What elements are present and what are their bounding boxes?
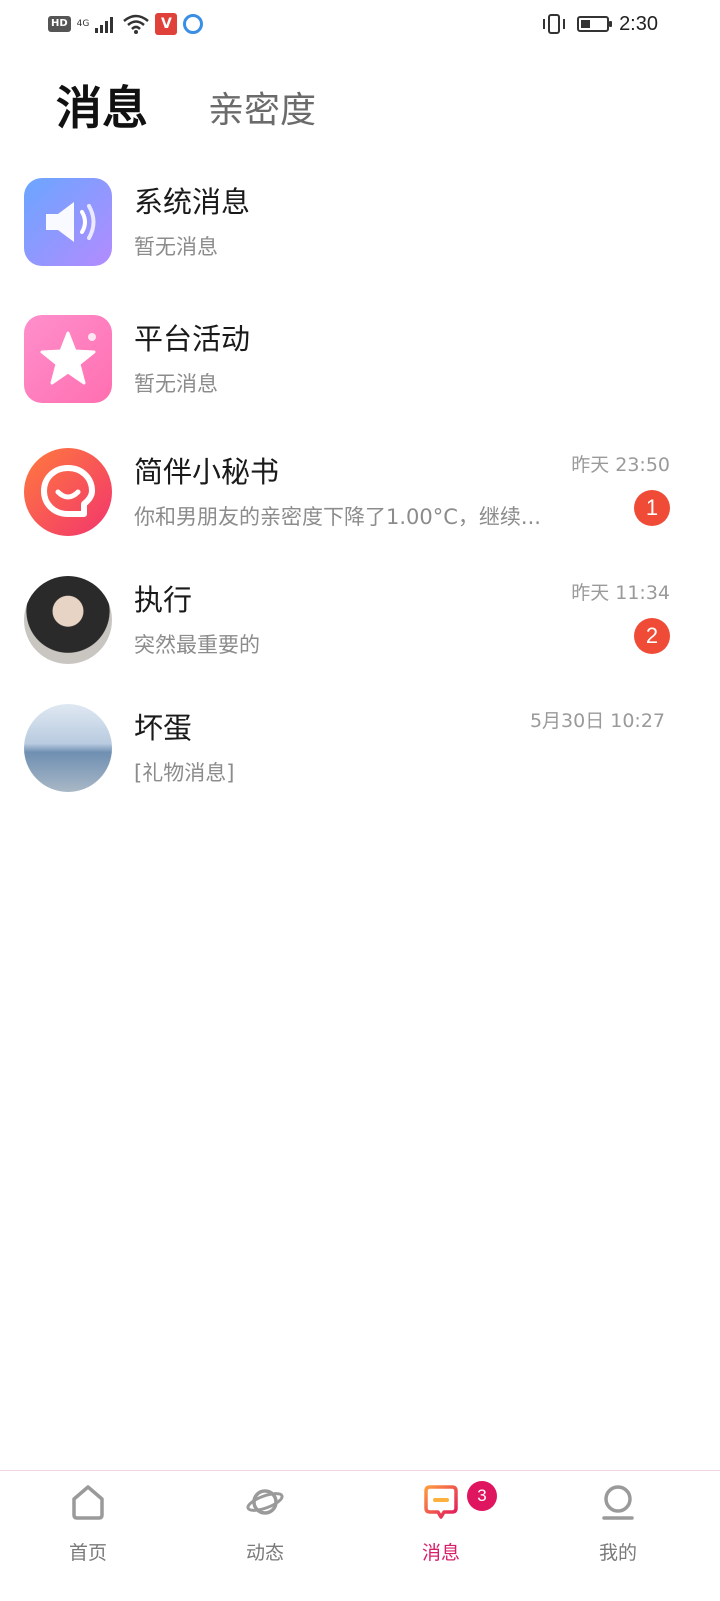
vibrate-icon: [543, 14, 566, 34]
browser-icon: [183, 14, 204, 34]
conversation-item-user-2[interactable]: 坏蛋 5月30日 10:27 [礼物消息]: [0, 694, 720, 804]
conversation-preview: 暂无消息: [134, 235, 218, 259]
user-photo: [24, 576, 112, 664]
user-photo: [24, 704, 112, 792]
hd-icon: HD: [48, 16, 71, 32]
speaker-icon: [24, 178, 112, 266]
wifi-icon: [123, 14, 150, 34]
conversation-item-system[interactable]: 系统消息 暂无消息: [0, 168, 720, 278]
planet-icon: [246, 1489, 284, 1515]
signal-icon: [95, 17, 114, 33]
star-icon: [24, 315, 112, 403]
conversation-time: 5月30日 10:27: [529, 710, 665, 732]
conversation-name: 简伴小秘书: [134, 455, 280, 489]
conversation-time: 昨天 23:50: [571, 454, 670, 476]
conversation-preview: [礼物消息]: [134, 761, 235, 785]
chat-smile-icon: [24, 448, 112, 536]
nav-home[interactable]: 首页: [28, 1471, 148, 1601]
unread-badge: 1: [634, 490, 670, 526]
conversation-name: 系统消息: [134, 185, 251, 219]
conversation-time: 昨天 11:34: [571, 582, 670, 604]
nav-label: 消息: [421, 1542, 460, 1564]
status-right-icons: 2:30: [541, 12, 658, 36]
nav-label: 首页: [68, 1542, 107, 1564]
tab-messages[interactable]: 消息: [56, 78, 148, 138]
app-notification-icon: V: [155, 13, 178, 35]
nav-profile[interactable]: 我的: [558, 1471, 678, 1601]
message-icon: [424, 1485, 458, 1519]
conversation-name: 执行: [134, 583, 193, 617]
conversation-preview: 你和男朋友的亲密度下降了1.00°C，继续...: [134, 505, 541, 529]
home-icon: [72, 1485, 104, 1520]
header-tabs: 消息 亲密度: [0, 78, 720, 138]
conversation-preview: 暂无消息: [134, 372, 218, 396]
nav-label: 我的: [598, 1542, 637, 1564]
conversation-item-user-1[interactable]: 执行 昨天 11:34 突然最重要的 2: [0, 566, 720, 676]
status-left-icons: HD 4G V: [48, 12, 204, 36]
unread-badge: 2: [634, 618, 670, 654]
conversation-item-assistant[interactable]: 简伴小秘书 昨天 23:50 你和男朋友的亲密度下降了1.00°C，继续... …: [0, 438, 720, 548]
nav-label: 动态: [245, 1542, 284, 1564]
nav-badge: 3: [467, 1481, 497, 1511]
profile-icon: [602, 1485, 634, 1520]
conversation-preview: 突然最重要的: [134, 633, 260, 657]
status-bar: HD 4G V 2:30: [0, 0, 720, 50]
battery-icon: [577, 16, 613, 32]
tab-intimacy[interactable]: 亲密度: [208, 86, 316, 136]
conversation-item-activity[interactable]: 平台活动 暂无消息: [0, 305, 720, 415]
bottom-nav: 首页 动态 3 消息 我的: [0, 1470, 720, 1601]
conversation-name: 平台活动: [134, 322, 251, 356]
nav-messages[interactable]: 3 消息: [381, 1471, 501, 1601]
conversation-name: 坏蛋: [134, 711, 193, 745]
status-time: 2:30: [619, 12, 658, 35]
nav-feed[interactable]: 动态: [205, 1471, 325, 1601]
network-type-icon: 4G: [76, 18, 90, 29]
